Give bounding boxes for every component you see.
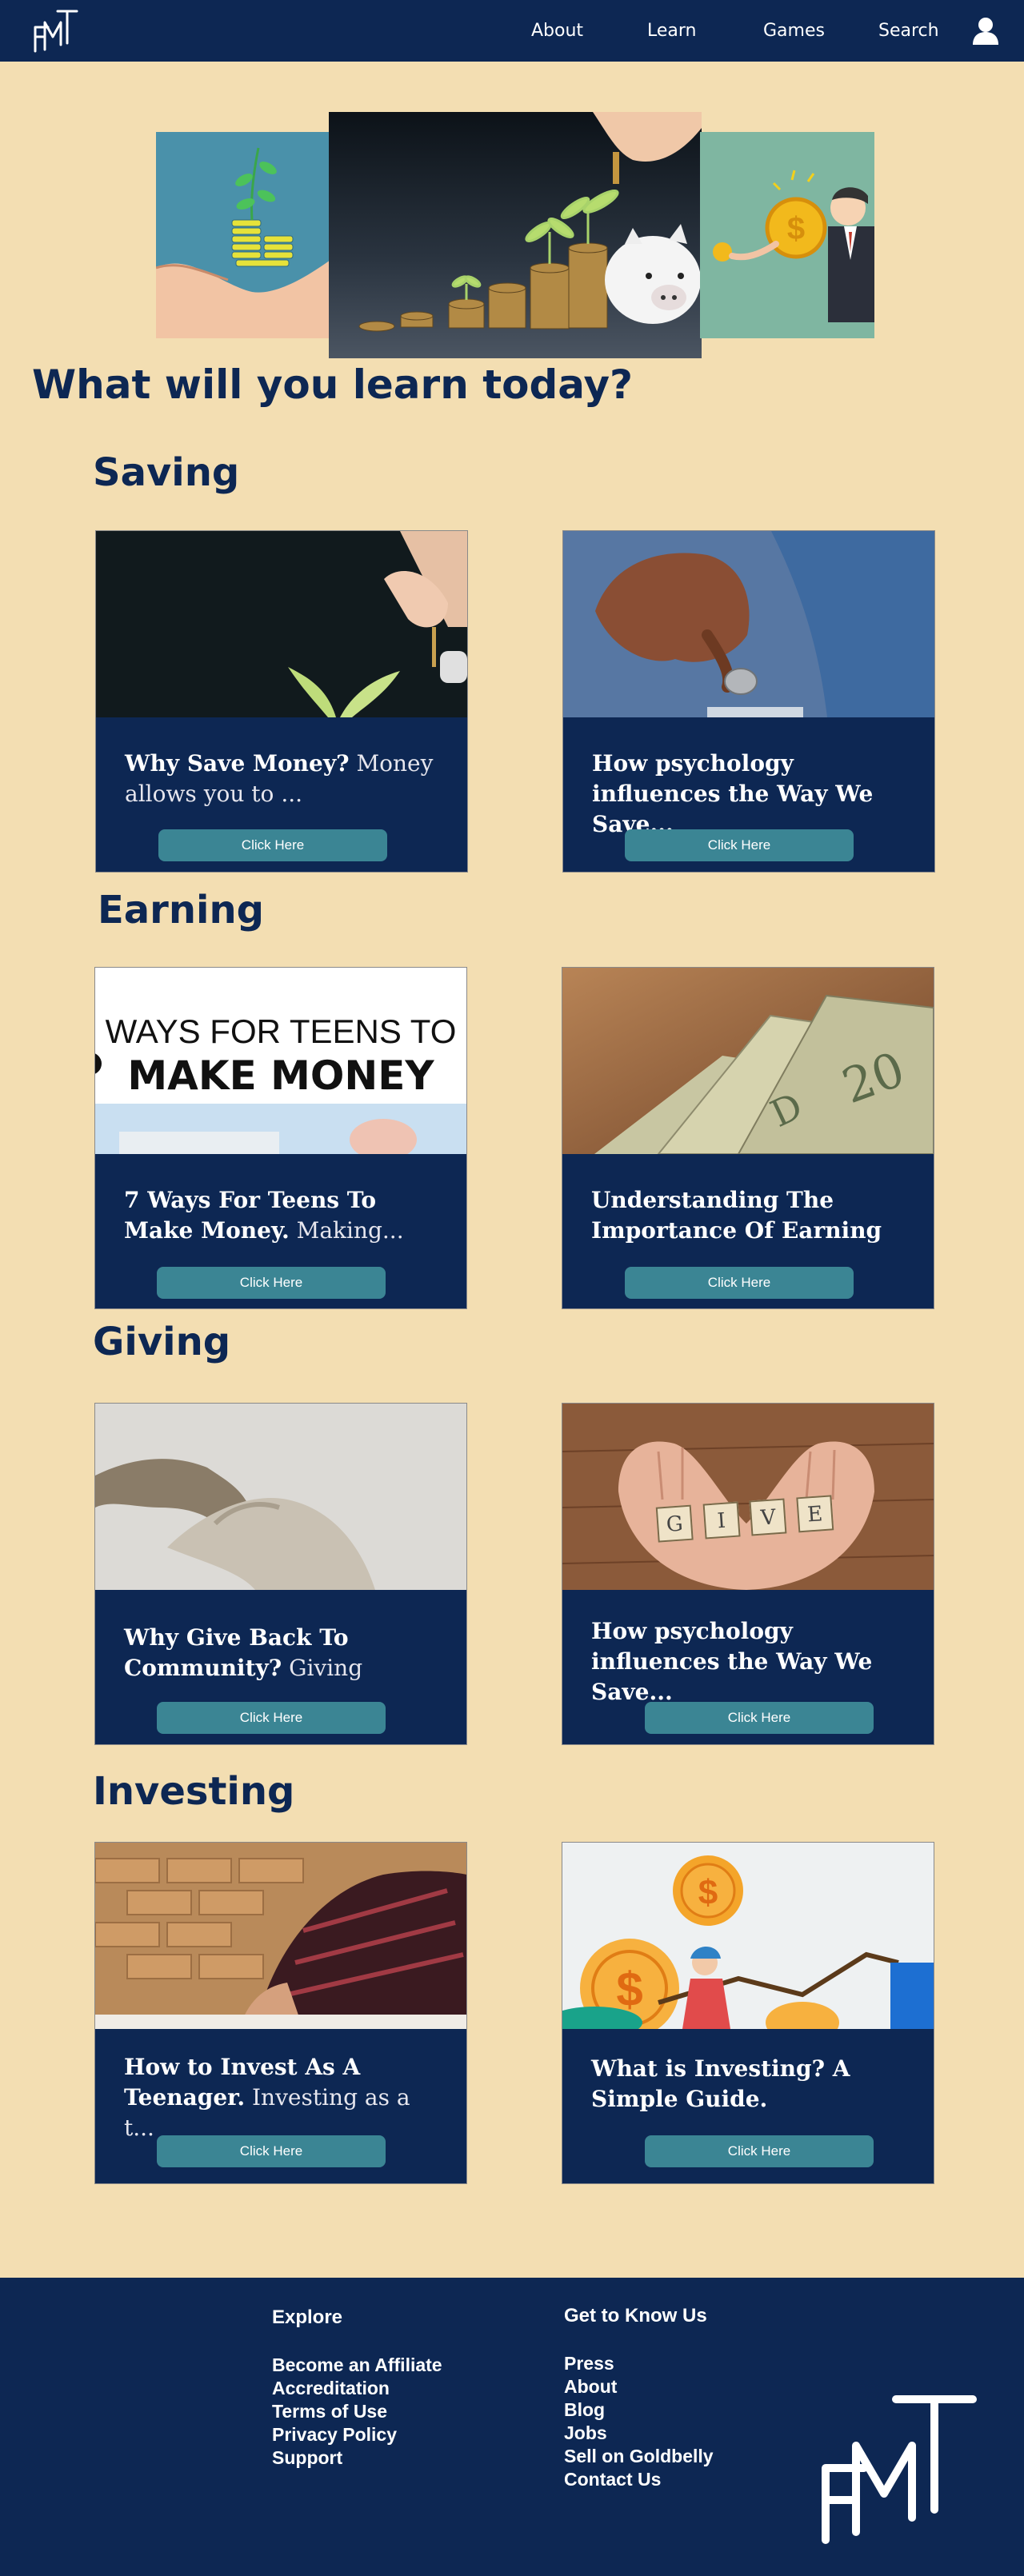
svg-text:$: $ — [698, 1873, 718, 1912]
footer-link[interactable]: Support — [272, 2446, 442, 2470]
earning-card-2[interactable]: 20 D Understanding The Importance Of Ear… — [562, 967, 934, 1309]
footer-link[interactable]: Privacy Policy — [272, 2423, 442, 2446]
section-title-earning: Earning — [98, 888, 265, 933]
user-icon[interactable] — [971, 16, 1000, 45]
earning-card-1[interactable]: WAYS FOR TEENS TO MAKE MONEY 7 Ways For … — [94, 967, 467, 1309]
svg-text:$: $ — [616, 1963, 642, 2016]
footer-link[interactable]: Blog — [564, 2398, 714, 2422]
image-caption-line2: MAKE MONEY — [127, 1052, 434, 1099]
footer-link[interactable]: About — [564, 2375, 714, 2398]
card-text: How psychology influences the Way We Sav… — [591, 1618, 873, 1705]
section-title-giving: Giving — [93, 1320, 231, 1364]
dollar-bills-image: 20 D — [562, 968, 934, 1154]
click-here-button[interactable]: Click Here — [158, 829, 387, 861]
click-here-button[interactable]: Click Here — [645, 1702, 874, 1734]
click-here-button[interactable]: Click Here — [157, 2135, 386, 2167]
click-here-button[interactable]: Click Here — [625, 1267, 854, 1299]
footer-know-column: Get to Know Us Press About Blog Jobs Sel… — [564, 2305, 714, 2491]
card-text: How psychology influences the Way We Sav… — [592, 750, 874, 837]
nav-search-link[interactable]: Search — [878, 21, 939, 41]
tile: E — [796, 1495, 834, 1533]
card-text: Why Give Back To Community? Giving — [124, 1624, 363, 1681]
footer-link[interactable]: Contact Us — [564, 2468, 714, 2491]
investing-card-1[interactable]: How to Invest As A Teenager. Investing a… — [94, 1842, 467, 2184]
coin-jar-image — [563, 531, 934, 717]
section-title-saving: Saving — [93, 450, 240, 495]
card-text: 7 Ways For Teens To Make Money. Making..… — [124, 1187, 404, 1244]
footer-link[interactable]: Become an Affiliate — [272, 2354, 442, 2377]
tile: G — [655, 1504, 694, 1543]
page-main-title: What will you learn today? — [32, 361, 634, 408]
coin-sprout-image — [96, 531, 467, 717]
helping-hands-image — [95, 1404, 466, 1590]
giving-card-1[interactable]: Why Give Back To Community? Giving Click… — [94, 1403, 467, 1745]
tile: I — [702, 1501, 741, 1540]
footer-link[interactable]: Press — [564, 2352, 714, 2375]
investing-chart-image: $ $ — [562, 1843, 934, 2029]
footer-link[interactable]: Accreditation — [272, 2377, 442, 2400]
top-nav: About Learn Games Search — [0, 0, 1024, 62]
fmt-logo-icon[interactable] — [816, 2390, 984, 2550]
give-hands-image: G I V E — [562, 1404, 934, 1590]
click-here-button[interactable]: Click Here — [625, 829, 854, 861]
teen-investing-image — [95, 1843, 466, 2029]
footer-link[interactable]: Terms of Use — [272, 2400, 442, 2423]
saving-card-1[interactable]: Why Save Money? Money allows you to ... … — [95, 530, 468, 873]
nav-games-link[interactable]: Games — [763, 21, 825, 41]
image-caption-line1: WAYS FOR TEENS TO — [105, 1012, 457, 1050]
nav-about-link[interactable]: About — [531, 21, 583, 41]
coins-piggy-bank-image — [329, 112, 702, 358]
footer-explore-heading: Explore — [272, 2306, 343, 2328]
nav-learn-link[interactable]: Learn — [647, 21, 697, 41]
section-title-investing: Investing — [93, 1769, 295, 1814]
hand-coins-plant-image — [156, 132, 330, 338]
footer-explore-column: Explore Become an Affiliate Accreditatio… — [272, 2306, 442, 2470]
click-here-button[interactable]: Click Here — [157, 1267, 386, 1299]
card-text: Understanding The Importance Of Earning — [591, 1187, 882, 1244]
footer-link[interactable]: Sell on Goldbelly — [564, 2445, 714, 2468]
site-footer: Explore Become an Affiliate Accreditatio… — [0, 2278, 1024, 2576]
saving-card-2[interactable]: How psychology influences the Way We Sav… — [562, 530, 935, 873]
teens-make-money-image: WAYS FOR TEENS TO MAKE MONEY — [95, 968, 466, 1154]
card-text: How to Invest As A Teenager. Investing a… — [124, 2054, 410, 2141]
tile: V — [749, 1498, 787, 1536]
card-text: Why Save Money? Money allows you to ... — [125, 750, 434, 807]
fmt-logo-icon[interactable] — [30, 6, 82, 54]
svg-text:$: $ — [787, 211, 805, 246]
businessman-coin-image: $ — [700, 132, 874, 338]
giving-card-2[interactable]: G I V E How psychology influences the Wa… — [562, 1403, 934, 1745]
click-here-button[interactable]: Click Here — [157, 1702, 386, 1734]
footer-know-heading: Get to Know Us — [564, 2305, 707, 2326]
footer-link[interactable]: Jobs — [564, 2422, 714, 2445]
card-text: What is Investing? A Simple Guide. — [591, 2055, 850, 2112]
click-here-button[interactable]: Click Here — [645, 2135, 874, 2167]
investing-card-2[interactable]: $ $ What is Investing? A Simple Guide. C… — [562, 1842, 934, 2184]
